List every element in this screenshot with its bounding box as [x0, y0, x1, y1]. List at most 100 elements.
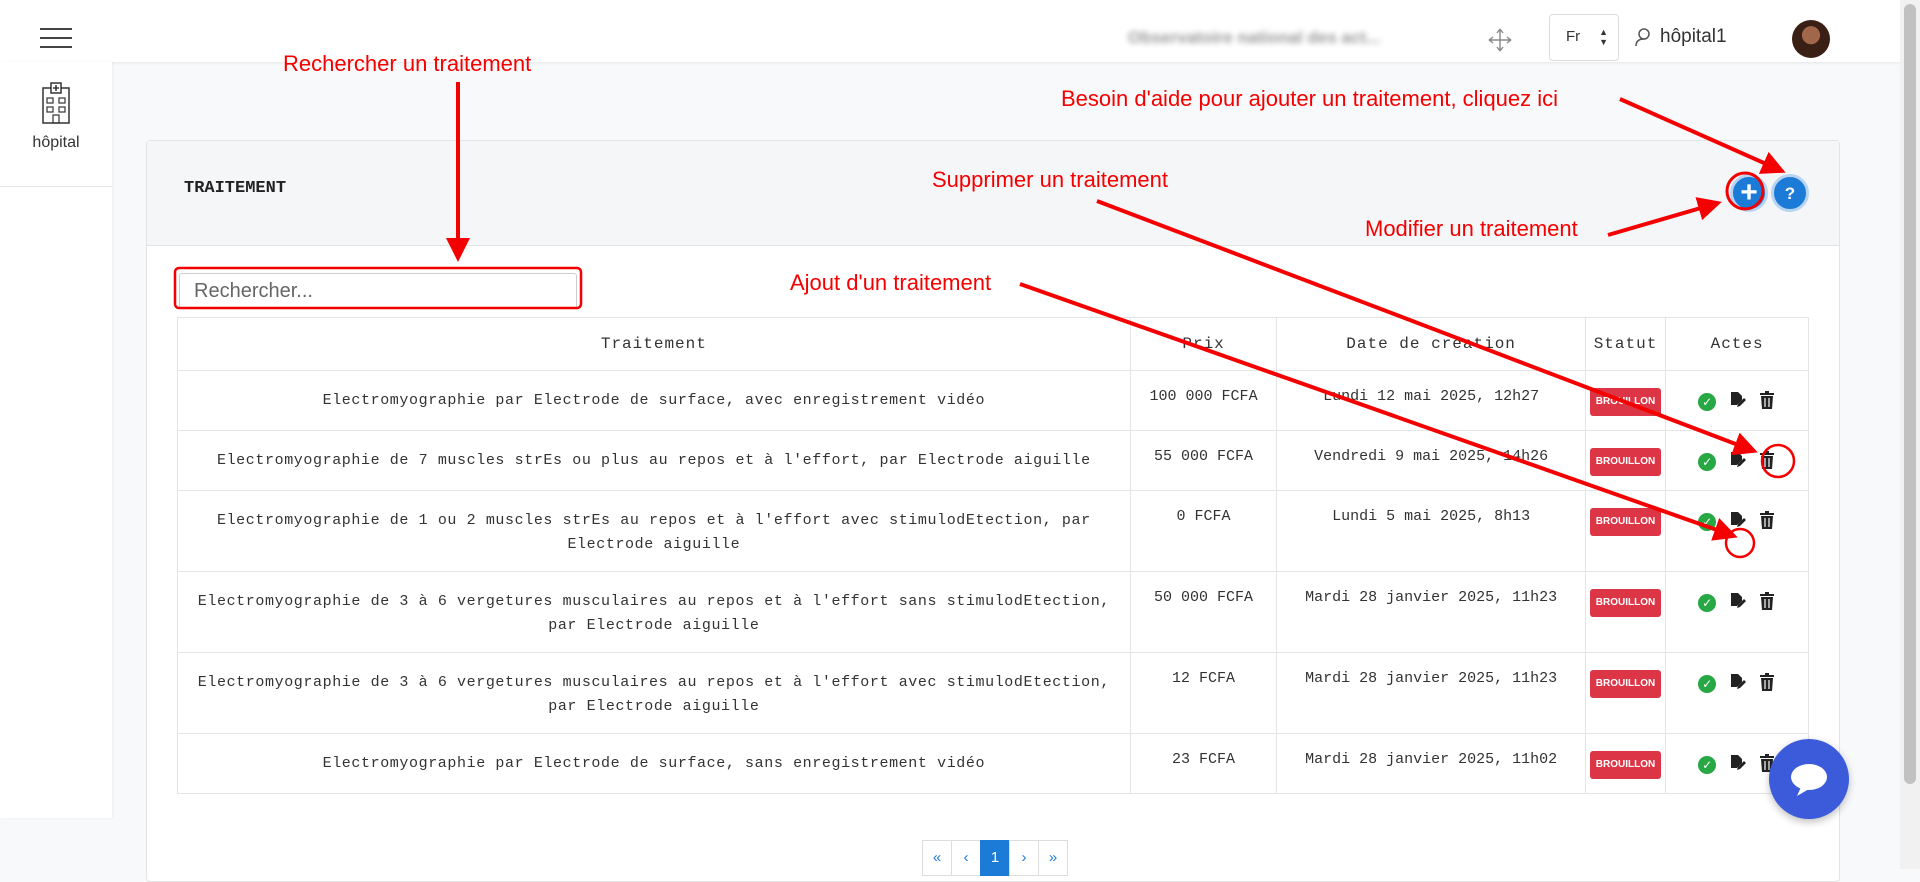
edit-icon[interactable] [1728, 673, 1747, 691]
hospital-icon[interactable] [42, 82, 70, 124]
cell-date: Vendredi 9 mai 2025, 14h26 [1276, 430, 1586, 491]
cell-status: BROUILLON [1584, 490, 1667, 572]
cell-status: BROUILLON [1584, 652, 1667, 734]
validate-button[interactable]: ✓ [1698, 592, 1717, 612]
avatar[interactable] [1792, 20, 1830, 58]
language-select[interactable]: Fr ▲ ▼ [1549, 14, 1619, 61]
cell-price: 23 FCFA [1129, 733, 1278, 794]
validate-button[interactable]: ✓ [1698, 391, 1717, 411]
col-header-actions: Actes [1665, 317, 1809, 371]
validate-button[interactable]: ✓ [1698, 754, 1717, 774]
language-value: Fr [1566, 28, 1581, 45]
treatment-table: Traitement Prix Date de création Statut … [177, 317, 1809, 794]
page-current-button[interactable]: 1 [980, 840, 1010, 876]
cell-treatment: Electromyographie par Electrode de surfa… [177, 733, 1131, 794]
page-next-button[interactable]: › [1009, 840, 1039, 876]
table-row: Electromyographie de 7 muscles strEs ou … [177, 430, 1809, 491]
edit-icon[interactable] [1728, 511, 1747, 529]
status-badge: BROUILLON [1589, 751, 1662, 779]
table-row: Electromyographie par Electrode de surfa… [177, 370, 1809, 431]
trash-icon[interactable] [1758, 511, 1776, 529]
validate-button[interactable]: ✓ [1698, 451, 1717, 471]
check-circle-icon: ✓ [1698, 756, 1717, 774]
status-badge: BROUILLON [1589, 388, 1662, 416]
trash-icon[interactable] [1758, 592, 1776, 610]
sidebar-item-hopital[interactable]: hôpital [0, 134, 112, 152]
cell-treatment: Electromyographie de 1 ou 2 muscles strE… [177, 490, 1131, 572]
help-button[interactable]: ? [1771, 174, 1809, 212]
col-header-price[interactable]: Prix [1129, 317, 1278, 371]
cell-treatment: Electromyographie par Electrode de surfa… [177, 370, 1131, 431]
cell-price: 100 000 FCFA [1129, 370, 1278, 431]
check-circle-icon: ✓ [1698, 675, 1717, 693]
cell-status: BROUILLON [1584, 370, 1667, 431]
site-title-blurred: Observatoire national des act... [1128, 28, 1381, 47]
cell-price: 55 000 FCFA [1129, 430, 1278, 491]
cell-treatment: Electromyographie de 3 à 6 vergetures mu… [177, 571, 1131, 653]
table-row: Electromyographie par Electrode de surfa… [177, 733, 1809, 794]
page-last-button[interactable]: » [1038, 840, 1068, 876]
cell-treatment: Electromyographie de 3 à 6 vergetures mu… [177, 652, 1131, 734]
table-header-row: Traitement Prix Date de création Statut … [177, 317, 1809, 371]
trash-icon[interactable] [1758, 673, 1776, 691]
status-badge: BROUILLON [1589, 670, 1662, 698]
cell-actions: ✓ [1665, 490, 1809, 572]
hamburger-menu-icon[interactable] [40, 28, 72, 50]
plus-icon: + [1740, 176, 1758, 209]
cell-status: BROUILLON [1584, 733, 1667, 794]
col-header-status[interactable]: Statut [1584, 317, 1667, 371]
treatment-card: TRAITEMENT + ? Traitement Prix Date de c… [146, 140, 1840, 882]
status-badge: BROUILLON [1589, 448, 1662, 476]
select-caret-icon: ▲ ▼ [1599, 27, 1608, 47]
col-header-treatment[interactable]: Traitement [177, 317, 1131, 371]
add-treatment-button[interactable]: + [1730, 174, 1768, 212]
edit-icon[interactable] [1728, 391, 1747, 409]
annotation-search: Rechercher un traitement [283, 51, 532, 76]
edit-icon[interactable] [1728, 451, 1747, 469]
status-badge: BROUILLON [1589, 508, 1662, 536]
check-circle-icon: ✓ [1698, 453, 1717, 471]
cell-actions: ✓ [1665, 571, 1809, 653]
check-circle-icon: ✓ [1698, 513, 1717, 531]
table-row: Electromyographie de 3 à 6 vergetures mu… [177, 652, 1809, 734]
validate-button[interactable]: ✓ [1698, 673, 1717, 693]
cell-price: 12 FCFA [1129, 652, 1278, 734]
cell-date: Mardi 28 janvier 2025, 11h23 [1276, 652, 1586, 734]
edit-icon[interactable] [1728, 592, 1747, 610]
cell-treatment: Electromyographie de 7 muscles strEs ou … [177, 430, 1131, 491]
annotation-edit: Modifier un traitement [1365, 216, 1578, 241]
trash-icon[interactable] [1758, 451, 1776, 469]
chat-widget-button[interactable] [1769, 739, 1849, 819]
card-header: TRAITEMENT + ? [147, 141, 1839, 246]
cell-status: BROUILLON [1584, 430, 1667, 491]
annotation-delete: Supprimer un traitement [932, 167, 1168, 192]
check-circle-icon: ✓ [1698, 594, 1717, 612]
cell-actions: ✓ [1665, 370, 1809, 431]
trash-icon[interactable] [1758, 391, 1776, 409]
status-badge: BROUILLON [1589, 589, 1662, 617]
cell-price: 0 FCFA [1129, 490, 1278, 572]
cell-date: Mardi 28 janvier 2025, 11h02 [1276, 733, 1586, 794]
vertical-scrollbar[interactable] [1900, 0, 1920, 869]
sidebar-divider [0, 186, 112, 187]
search-input[interactable] [179, 273, 577, 309]
cell-actions: ✓ [1665, 430, 1809, 491]
col-header-date[interactable]: Date de création [1276, 317, 1586, 371]
fullscreen-expand-icon[interactable] [1487, 27, 1513, 53]
page-prev-button[interactable]: ‹ [951, 840, 981, 876]
cell-date: Lundi 5 mai 2025, 8h13 [1276, 490, 1586, 572]
page-first-button[interactable]: « [922, 840, 952, 876]
validate-button[interactable]: ✓ [1698, 511, 1717, 531]
edit-icon[interactable] [1728, 754, 1747, 772]
user-icon [1635, 28, 1650, 47]
table-row: Electromyographie de 3 à 6 vergetures mu… [177, 571, 1809, 653]
cell-date: Mardi 28 janvier 2025, 11h23 [1276, 571, 1586, 653]
sidebar: hôpital [0, 62, 112, 818]
user-menu[interactable]: hôpital1 [1634, 26, 1727, 54]
scrollbar-thumb[interactable] [1904, 4, 1916, 784]
annotation-help: Besoin d'aide pour ajouter un traitement… [1061, 86, 1559, 111]
chat-bubble-icon [1791, 764, 1827, 796]
cell-actions: ✓ [1665, 652, 1809, 734]
cell-status: BROUILLON [1584, 571, 1667, 653]
cell-price: 50 000 FCFA [1129, 571, 1278, 653]
